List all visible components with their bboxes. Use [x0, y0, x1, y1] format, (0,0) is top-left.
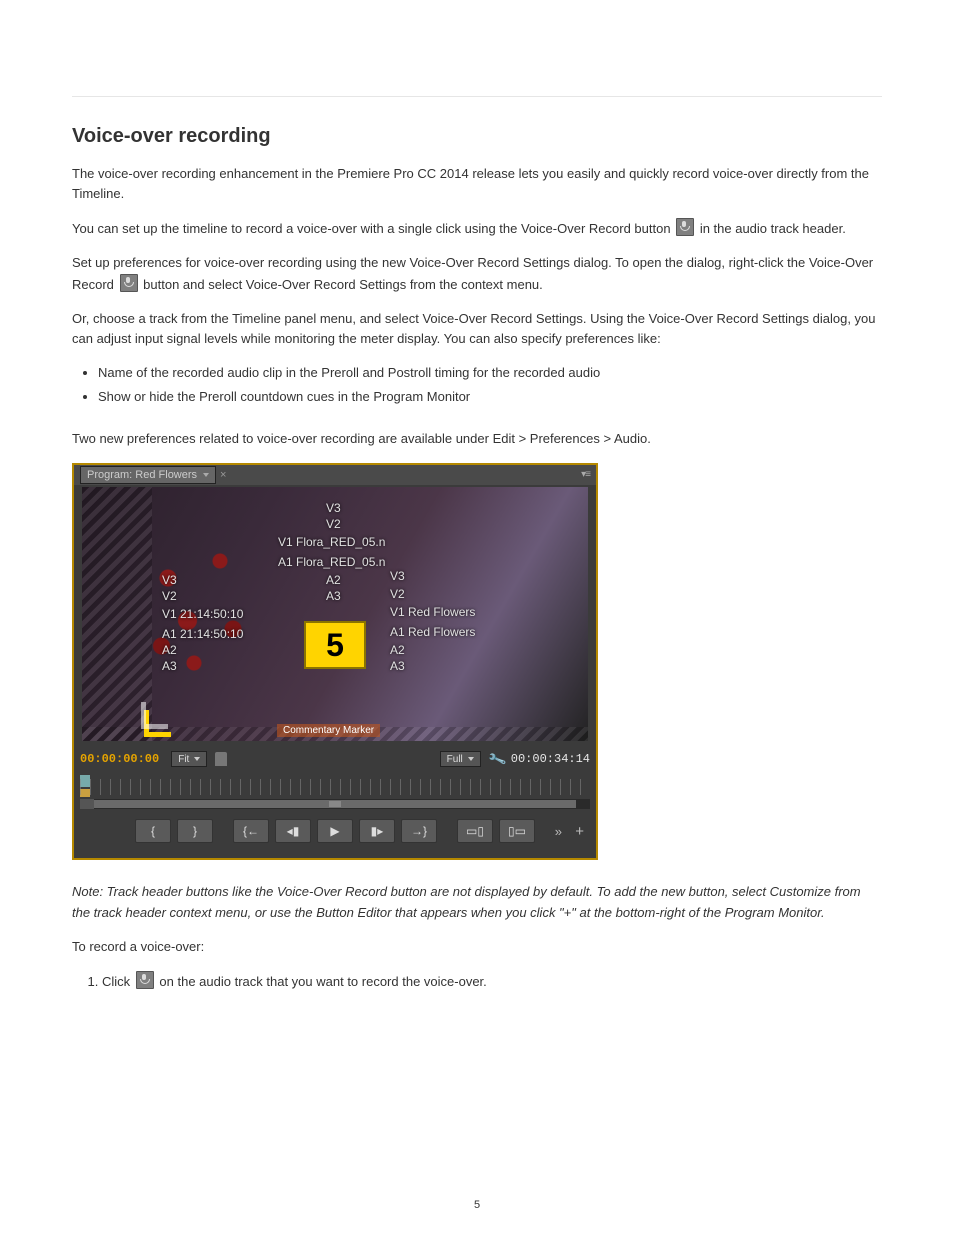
track-label: V1 21:14:50:10 — [162, 607, 243, 621]
resolution-dropdown[interactable]: Full — [440, 751, 481, 767]
zoom-scrollbar[interactable] — [80, 799, 590, 809]
lift-button[interactable]: ▭▯ — [457, 819, 493, 843]
track-label: A3 — [326, 589, 341, 603]
track-label: V2 — [326, 517, 341, 531]
track-label: V1 Red Flowers — [390, 605, 475, 619]
steps-list: Click on the audio track that you want t… — [72, 971, 882, 992]
paragraph-prefs: Set up preferences for voice-over record… — [72, 253, 882, 294]
steps-lead: To record a voice-over: — [72, 937, 882, 957]
timecode-right: 00:00:34:14 — [511, 752, 590, 766]
list-item: Click on the audio track that you want t… — [102, 971, 882, 992]
text: You can set up the timeline to record a … — [72, 221, 671, 236]
transport-controls: { } {← ◂▮ ▶ ▮▸ →} ▭▯ ▯▭ » + — [80, 815, 590, 847]
chevron-down-icon — [468, 757, 474, 761]
voice-over-record-icon — [136, 971, 154, 989]
zoom-fit-dropdown[interactable]: Fit — [171, 751, 207, 767]
program-monitor-screenshot: Program: Red Flowers × ▾≡ V3 V2 V1 Flora… — [72, 463, 598, 860]
text: button and select Voice-Over Record Sett… — [143, 277, 543, 292]
countdown-display: 5 — [304, 621, 366, 669]
track-label: V3 — [326, 501, 341, 515]
step-back-button[interactable]: ◂▮ — [275, 819, 311, 843]
track-label: V3 — [162, 573, 177, 587]
list-item: Show or hide the Preroll countdown cues … — [98, 387, 882, 407]
text: on the audio track that you want to reco… — [159, 974, 486, 989]
step-forward-button[interactable]: ▮▸ — [359, 819, 395, 843]
track-label: A1 21:14:50:10 — [162, 627, 243, 641]
chevron-down-icon[interactable] — [203, 473, 209, 477]
text: Click — [102, 974, 130, 989]
tab-label: Program: Red Flowers — [87, 469, 197, 481]
mark-out-button[interactable]: } — [177, 819, 213, 843]
go-to-out-button[interactable]: →} — [401, 819, 437, 843]
panel-menu-icon[interactable]: ▾≡ — [581, 469, 590, 480]
play-button[interactable]: ▶ — [317, 819, 353, 843]
program-view: V3 V2 V1 Flora_RED_05.n A1 Flora_RED_05.… — [82, 487, 588, 741]
track-label: V2 — [162, 589, 177, 603]
track-label: A1 Flora_RED_05.n — [278, 555, 385, 569]
overflow-icon[interactable]: » — [555, 824, 562, 839]
track-label: V1 Flora_RED_05.n — [278, 535, 385, 549]
status-row: 00:00:00:00 Fit Full 🔧 00:00:34:14 — [80, 749, 590, 769]
wrench-icon[interactable]: 🔧 — [487, 750, 505, 768]
time-ruler[interactable] — [80, 775, 590, 797]
scroll-handle-left[interactable] — [80, 799, 94, 809]
track-label: V2 — [390, 587, 405, 601]
text: in the audio track header. — [700, 221, 846, 236]
mark-in-button[interactable]: { — [135, 819, 171, 843]
paragraph-two-prefs: Two new preferences related to voice-ove… — [72, 429, 882, 449]
track-label: A2 — [326, 573, 341, 587]
in-point-marker-icon — [144, 710, 171, 737]
scroll-grip-icon — [329, 801, 341, 807]
commentary-marker-label: Commentary Marker — [277, 724, 380, 737]
panel-tab[interactable]: Program: Red Flowers — [80, 466, 216, 484]
track-label: A2 — [162, 643, 177, 657]
paragraph-intro: The voice-over recording enhancement in … — [72, 164, 882, 204]
track-label: A3 — [162, 659, 177, 673]
extract-button[interactable]: ▯▭ — [499, 819, 535, 843]
paragraph-prefs-desc: Or, choose a track from the Timeline pan… — [72, 309, 882, 349]
voice-over-record-icon — [120, 274, 138, 292]
voice-over-record-icon — [676, 218, 694, 236]
timecode-left[interactable]: 00:00:00:00 — [80, 752, 159, 766]
dropdown-label: Fit — [178, 754, 189, 765]
close-icon[interactable]: × — [220, 469, 226, 481]
note-paragraph: Note: Track header buttons like the Voic… — [72, 882, 882, 922]
chevron-down-icon — [194, 757, 200, 761]
section-heading: Voice-over recording — [72, 125, 882, 148]
track-label: A1 Red Flowers — [390, 625, 475, 639]
bullet-list: Name of the recorded audio clip in the P… — [72, 363, 882, 407]
panel-tabbar: Program: Red Flowers × ▾≡ — [74, 465, 596, 485]
dropdown-label: Full — [447, 754, 463, 765]
go-to-in-button[interactable]: {← — [233, 819, 269, 843]
marker-icon[interactable] — [215, 752, 227, 766]
track-label: A2 — [390, 643, 405, 657]
horizontal-rule — [72, 96, 882, 97]
paragraph-settings: You can set up the timeline to record a … — [72, 218, 882, 239]
ruler-ticks — [80, 779, 590, 795]
page-number: 5 — [0, 1199, 954, 1211]
track-label: A3 — [390, 659, 405, 673]
track-label: V3 — [390, 569, 405, 583]
list-item: Name of the recorded audio clip in the P… — [98, 363, 882, 383]
button-editor-add-icon[interactable]: + — [575, 823, 584, 840]
